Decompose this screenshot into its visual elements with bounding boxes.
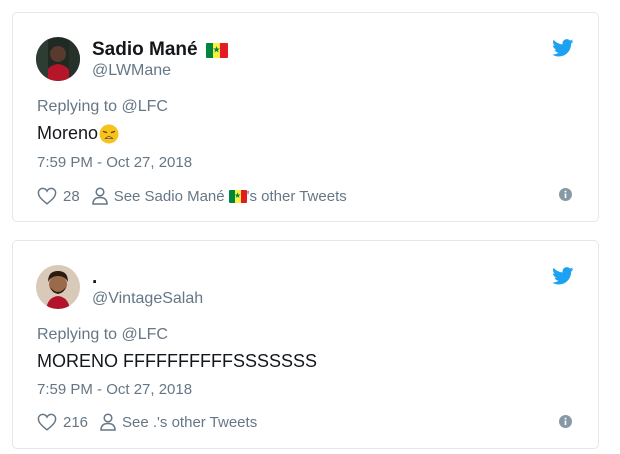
heart-icon[interactable] (37, 413, 57, 431)
info-icon[interactable] (559, 415, 572, 428)
twitter-bird-icon[interactable] (552, 39, 574, 57)
tweet-text-content: Moreno (37, 123, 99, 143)
see-other-prefix: See Sadio Mané (113, 187, 225, 205)
weary-face-emoji-icon (99, 124, 119, 143)
user-handle[interactable]: @VintageSalah (92, 290, 203, 308)
like-count[interactable]: 216 (63, 414, 88, 431)
tweet-text: Moreno (37, 123, 119, 144)
display-name[interactable]: Sadio Mané (92, 39, 198, 61)
timestamp[interactable]: 7:59 PM - Oct 27, 2018 (37, 154, 192, 171)
senegal-flag-icon: ★ (205, 42, 228, 58)
tweet-text: MORENO FFFFFFFFFFSSSSSSS (37, 351, 317, 372)
display-name[interactable]: . (92, 267, 97, 289)
user-handle[interactable]: @LWMane (92, 62, 171, 80)
tweet-card: . @VintageSalah Replying to @LFC MORENO … (12, 240, 599, 449)
like-count[interactable]: 28 (63, 188, 80, 205)
tweet-actions: 216 See .'s other Tweets (37, 413, 257, 431)
twitter-bird-icon[interactable] (552, 267, 574, 285)
timestamp[interactable]: 7:59 PM - Oct 27, 2018 (37, 381, 192, 398)
person-icon (91, 187, 108, 205)
tweet-text-content: MORENO FFFFFFFFFFSSSSSSS (37, 351, 317, 371)
avatar[interactable] (36, 265, 80, 309)
senegal-flag-icon: ★ (228, 189, 247, 203)
name-row: . (92, 267, 97, 289)
avatar[interactable] (36, 37, 80, 81)
info-icon[interactable] (559, 188, 572, 201)
heart-icon[interactable] (37, 187, 57, 205)
see-other-suffix: 's other Tweets (246, 187, 347, 205)
person-icon (100, 413, 116, 431)
replying-to[interactable]: Replying to @LFC (37, 98, 168, 116)
see-other-label: See .'s other Tweets (122, 413, 258, 431)
replying-to[interactable]: Replying to @LFC (37, 326, 168, 344)
tweet-card: Sadio Mané ★ @LWMane Replying to @LFC Mo… (12, 12, 599, 222)
see-other-tweets-link[interactable]: See .'s other Tweets (100, 413, 257, 431)
see-other-tweets-link[interactable]: See Sadio Mané ★ 's other Tweets (91, 187, 347, 205)
name-row: Sadio Mané ★ (92, 39, 228, 61)
tweet-actions: 28 See Sadio Mané ★ 's other Tweets (37, 187, 347, 205)
